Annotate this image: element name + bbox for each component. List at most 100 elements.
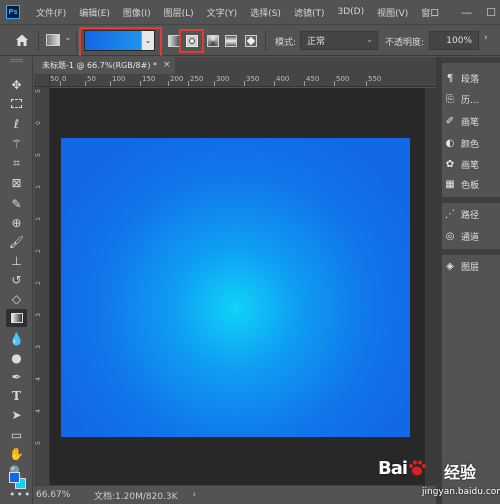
brush-icon[interactable]: 🖌 bbox=[6, 233, 27, 251]
foreground-color-swatch[interactable] bbox=[9, 472, 20, 483]
brushes-icon: ✿ bbox=[445, 158, 455, 170]
maximize-button[interactable]: ☐ bbox=[486, 6, 496, 19]
panel-dock-header[interactable] bbox=[442, 249, 500, 255]
document-canvas[interactable] bbox=[61, 138, 410, 437]
document-tab-title: 未标题-1 @ 66.7%(RGB/8#) * bbox=[42, 60, 157, 70]
menu-view[interactable]: 视图(V) bbox=[377, 6, 408, 19]
ruler-tick bbox=[140, 81, 141, 86]
home-icon[interactable] bbox=[14, 32, 30, 48]
panel-brushes[interactable]: ✿ 画笔 bbox=[444, 155, 498, 173]
window-controls: — ☐ bbox=[461, 0, 496, 24]
ruler-tick-label: 2 bbox=[35, 249, 42, 253]
panel-history[interactable]: ⎘ 历... bbox=[444, 90, 498, 108]
right-panel-dock: ¶ 段落 ⎘ 历... ✐ 画笔 ◐ 颜色 ✿ 画笔 ▦ 色板 ⋰ 路径 ◎ 通道 ◈ 图层 bbox=[442, 57, 500, 504]
ruler-tick-label: 3 bbox=[35, 313, 42, 317]
ruler-tick-label: 0 bbox=[62, 75, 67, 83]
ruler-tick-label: 50 bbox=[87, 75, 96, 83]
menu-select[interactable]: 选择(S) bbox=[250, 6, 281, 19]
chevron-right-icon[interactable]: › bbox=[193, 490, 197, 500]
photoshop-logo-icon[interactable]: Ps bbox=[6, 5, 20, 19]
separator bbox=[38, 31, 39, 51]
menu-layer[interactable]: 图层(L) bbox=[164, 6, 194, 19]
minimize-button[interactable]: — bbox=[461, 6, 472, 19]
highlight-box-gradient bbox=[79, 27, 162, 58]
panel-swatches[interactable]: ▦ 色板 bbox=[444, 175, 498, 193]
mode-select[interactable]: 正常 ⌄ bbox=[300, 31, 378, 50]
menu-3d[interactable]: 3D(D) bbox=[337, 7, 364, 17]
angle-gradient-button[interactable] bbox=[207, 35, 219, 47]
ruler-tick bbox=[244, 81, 245, 86]
panel-brush-settings[interactable]: ✐ 画笔 bbox=[444, 112, 498, 130]
rectangle-icon[interactable]: ▭ bbox=[6, 426, 27, 444]
separator bbox=[265, 31, 266, 51]
zoom-level-field[interactable]: 66.67% bbox=[36, 490, 74, 500]
frame-icon[interactable]: ⊠ bbox=[6, 174, 27, 192]
panel-layers[interactable]: ◈ 图层 bbox=[444, 257, 498, 275]
eyedropper-icon[interactable]: ✎ bbox=[6, 195, 27, 213]
panel-dock-header[interactable] bbox=[442, 57, 500, 63]
ruler-tick bbox=[366, 81, 367, 86]
healing-icon[interactable]: ⊕ bbox=[6, 214, 27, 232]
panel-paths[interactable]: ⋰ 路径 bbox=[444, 205, 498, 223]
move-icon[interactable]: ✥ bbox=[6, 76, 27, 94]
diamond-gradient-button[interactable] bbox=[245, 35, 257, 47]
gradient-icon[interactable] bbox=[6, 309, 27, 327]
panel-color[interactable]: ◐ 颜色 bbox=[444, 134, 498, 152]
lasso-icon[interactable]: ℓ bbox=[6, 115, 27, 133]
document-info: 文档:1.20M/820.3K bbox=[94, 491, 178, 502]
vertical-scrollbar[interactable] bbox=[425, 88, 436, 485]
menu-file[interactable]: 文件(F) bbox=[36, 6, 66, 19]
document-tab[interactable]: 未标题-1 @ 66.7%(RGB/8#) * × bbox=[34, 56, 175, 74]
ruler-tick bbox=[274, 81, 275, 86]
close-icon[interactable]: × bbox=[163, 60, 171, 70]
mode-value: 正常 bbox=[307, 37, 326, 47]
stamp-icon[interactable]: ⊥ bbox=[6, 252, 27, 270]
path-select-icon[interactable]: ➤ bbox=[6, 406, 27, 424]
panel-channels[interactable]: ◎ 通道 bbox=[444, 227, 498, 245]
blur-icon[interactable]: 💧 bbox=[6, 330, 27, 348]
more-tools-icon[interactable]: ••• bbox=[9, 488, 31, 501]
panel-label: 通道 bbox=[461, 232, 480, 243]
hand-icon[interactable]: ✋ bbox=[6, 445, 27, 463]
ruler-tick-label: 400 bbox=[276, 75, 290, 83]
ruler-tick-label: 4 bbox=[35, 409, 42, 413]
panel-dock-header[interactable] bbox=[442, 197, 500, 203]
tool-preset-icon[interactable] bbox=[46, 34, 60, 46]
menu-window[interactable]: 窗口 bbox=[421, 6, 439, 19]
crop-icon[interactable]: ⌗ bbox=[6, 154, 27, 172]
separator bbox=[76, 31, 77, 51]
pen-icon[interactable]: ✒ bbox=[6, 368, 27, 386]
history-icon: ⎘ bbox=[446, 93, 454, 105]
opacity-input[interactable]: 100% bbox=[429, 31, 479, 50]
eraser-icon[interactable]: ◇ bbox=[6, 290, 27, 308]
chevron-down-icon[interactable]: ⌄ bbox=[64, 33, 72, 43]
color-icon: ◐ bbox=[445, 137, 455, 149]
ruler-tick bbox=[214, 81, 215, 86]
dodge-icon[interactable]: ● bbox=[6, 349, 27, 367]
channels-icon: ◎ bbox=[445, 230, 455, 242]
panel-label: 画笔 bbox=[461, 160, 480, 171]
panel-grip[interactable] bbox=[10, 59, 23, 62]
panel-label: 段落 bbox=[461, 74, 480, 85]
reflected-gradient-button[interactable] bbox=[225, 35, 237, 47]
opacity-label: 不透明度: bbox=[385, 38, 425, 48]
menu-filter[interactable]: 滤镜(T) bbox=[294, 6, 325, 19]
menu-image[interactable]: 图像(I) bbox=[123, 6, 151, 19]
ruler-corner bbox=[34, 74, 50, 87]
paths-icon: ⋰ bbox=[445, 208, 455, 220]
chevron-down-icon: ⌄ bbox=[366, 35, 373, 44]
marquee-icon[interactable] bbox=[6, 94, 27, 112]
type-icon[interactable]: T bbox=[6, 387, 27, 405]
panel-label: 图层 bbox=[461, 262, 480, 273]
ruler-tick-label: 0 bbox=[35, 121, 42, 125]
panel-label: 色板 bbox=[461, 180, 480, 191]
menu-type[interactable]: 文字(Y) bbox=[207, 6, 238, 19]
ruler-tick bbox=[110, 81, 111, 86]
chevron-right-icon[interactable]: › bbox=[484, 33, 488, 43]
ruler-tick-label: 500 bbox=[336, 75, 350, 83]
panel-paragraph[interactable]: ¶ 段落 bbox=[444, 69, 498, 87]
menu-edit[interactable]: 编辑(E) bbox=[79, 6, 110, 19]
history-brush-icon[interactable]: ↺ bbox=[6, 271, 27, 289]
ruler-tick-label: 100 bbox=[112, 75, 126, 83]
magic-wand-icon[interactable]: ⚚ bbox=[6, 135, 27, 153]
